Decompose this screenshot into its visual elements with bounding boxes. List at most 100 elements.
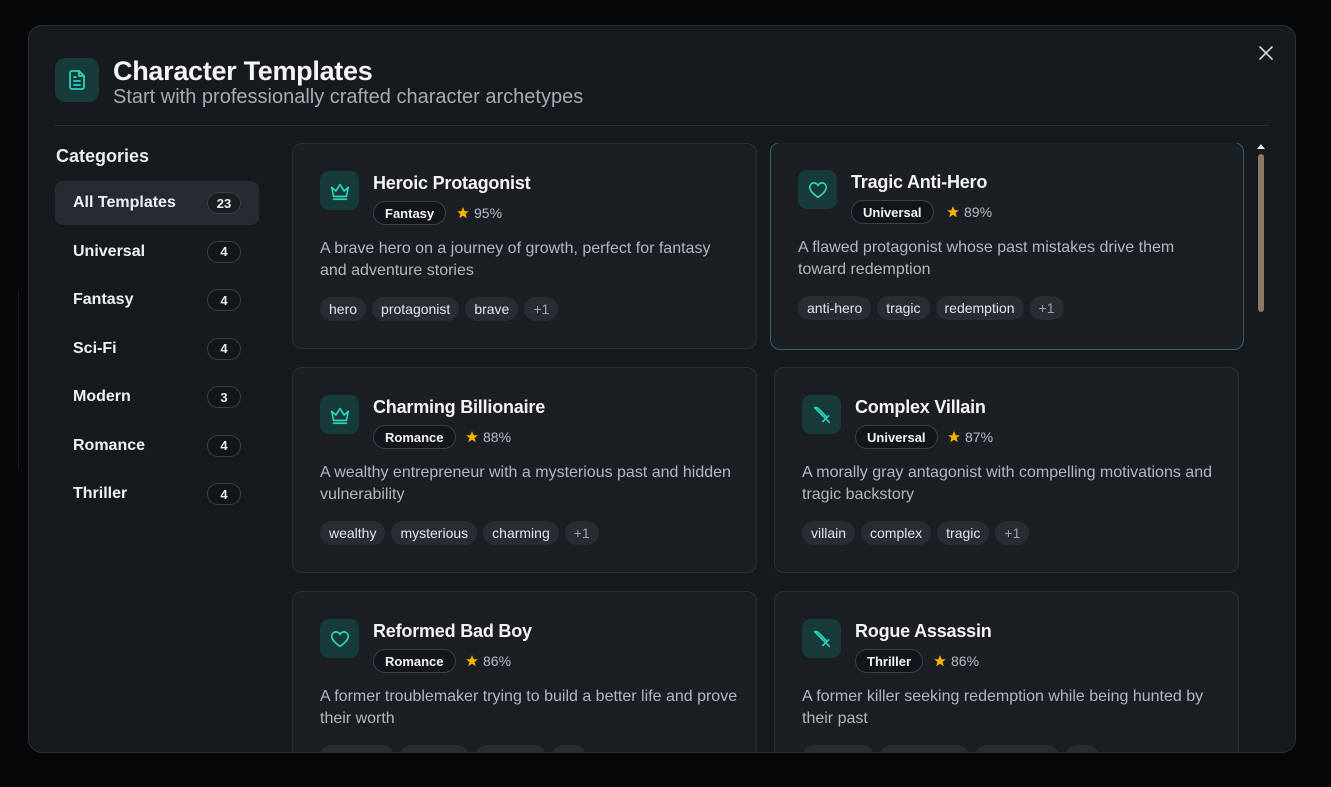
sword-icon	[802, 619, 841, 658]
backdrop-edge	[18, 290, 22, 470]
star-icon	[457, 207, 469, 219]
category-label: All Templates	[73, 194, 176, 211]
category-count: 4	[207, 434, 241, 457]
tag-list: assassin redemption dangerous +1	[802, 745, 1099, 752]
category-badge: Thriller	[855, 649, 924, 673]
template-title: Rogue Assassin	[855, 621, 992, 641]
tag: tragic	[937, 521, 990, 545]
category-badge: Romance	[373, 425, 456, 449]
template-description: A morally gray antagonist with compellin…	[802, 464, 1212, 503]
category-label: Universal	[73, 242, 146, 260]
template-card-complex-villain[interactable]: Complex Villain Universal 87% A morally …	[774, 367, 1239, 573]
category-badge: Universal	[855, 425, 938, 449]
star-icon	[934, 655, 946, 667]
category-count: 4	[207, 289, 241, 311]
tag: hero	[320, 297, 367, 321]
tag: brave	[465, 297, 519, 321]
rating: 95%	[456, 205, 502, 221]
rating: 89%	[946, 204, 992, 220]
template-title: Tragic Anti-Hero	[851, 172, 988, 192]
scroll-up-arrow-icon[interactable]	[1257, 144, 1265, 149]
category-fantasy[interactable]: Fantasy 4	[55, 278, 259, 322]
crown-icon	[320, 395, 359, 434]
category-badge: Universal	[851, 200, 934, 224]
tag-list: hero protagonist brave +1	[320, 297, 559, 321]
category-badge: Romance	[373, 649, 456, 673]
category-thriller[interactable]: Thriller 4	[55, 472, 259, 516]
template-card-tragic-anti-hero[interactable]: Tragic Anti-Hero Universal 89% A flawed …	[770, 143, 1244, 350]
category-romance[interactable]: Romance 4	[55, 424, 259, 468]
star-icon	[947, 206, 959, 218]
template-card-reformed-bad-boy[interactable]: Reformed Bad Boy Romance 86% A former tr…	[292, 591, 757, 752]
rating: 87%	[947, 429, 993, 445]
category-count: 4	[207, 337, 241, 360]
category-label: Modern	[73, 388, 131, 405]
more-tags-count: +1	[524, 297, 559, 321]
tag: complex	[861, 521, 932, 545]
tag: reformed	[320, 745, 395, 752]
scrollbar-thumb[interactable]	[1258, 154, 1264, 312]
template-title: Reformed Bad Boy	[373, 621, 532, 641]
category-modern[interactable]: Modern 3	[55, 375, 259, 419]
category-count: 3	[207, 386, 241, 408]
rating: 88%	[465, 429, 511, 445]
category-label: Romance	[73, 436, 146, 454]
categories-heading: Categories	[56, 146, 150, 166]
tag: anti-hero	[798, 296, 872, 320]
tag-list: villain complex tragic +1	[802, 521, 1030, 545]
tag: mysterious	[391, 521, 478, 545]
grid-scrollbar[interactable]	[1257, 144, 1265, 314]
template-description: A former killer seeking redemption while…	[802, 688, 1204, 727]
template-card-charming-billionaire[interactable]: Charming Billionaire Romance 88% A wealt…	[292, 367, 757, 573]
category-all-templates[interactable]: All Templates 23	[55, 181, 259, 225]
category-badge: Fantasy	[373, 201, 447, 225]
tag-list: wealthy mysterious charming +1	[320, 521, 599, 545]
tag-list: reformed troubled romantic +1	[320, 745, 587, 752]
category-count: 4	[207, 483, 241, 505]
more-tags-count: +1	[995, 521, 1030, 545]
tag: tragic	[877, 296, 930, 320]
tag: wealthy	[320, 521, 386, 545]
templates-grid: Heroic Protagonist Fantasy 95% A brave h…	[292, 143, 1244, 752]
categories-sidebar: Categories All Templates 23 Universal 4 …	[55, 146, 259, 521]
more-tags-count: +1	[1064, 745, 1099, 752]
tag: assassin	[802, 745, 875, 752]
template-description: A flawed protagonist whose past mistakes…	[798, 239, 1175, 278]
crown-icon	[320, 171, 359, 210]
category-label: Thriller	[73, 485, 128, 502]
modal-title: Character Templates	[113, 56, 373, 86]
templates-modal: Character Templates Start with professio…	[28, 25, 1296, 753]
rating-value: 89%	[964, 204, 993, 220]
category-label: Fantasy	[73, 291, 134, 308]
more-tags-count: +1	[1029, 296, 1064, 320]
star-icon	[948, 431, 960, 443]
template-description: A wealthy entrepreneur with a mysterious…	[320, 464, 731, 503]
template-description: A former troublemaker trying to build a …	[320, 688, 738, 727]
rating-value: 87%	[965, 429, 994, 445]
star-icon	[466, 431, 478, 443]
template-title: Complex Villain	[855, 397, 986, 417]
more-tags-count: +1	[552, 745, 587, 752]
modal-subtitle: Start with professionally crafted charac…	[113, 86, 584, 108]
rating: 86%	[465, 653, 511, 669]
tag: dangerous	[974, 745, 1059, 752]
category-sci-fi[interactable]: Sci-Fi 4	[55, 327, 259, 371]
heart-icon	[798, 170, 837, 209]
document-icon	[55, 58, 99, 102]
sword-icon	[802, 395, 841, 434]
tag: protagonist	[372, 297, 460, 321]
tag-list: anti-hero tragic redemption +1	[798, 296, 1064, 320]
rating-value: 86%	[483, 653, 512, 669]
template-title: Heroic Protagonist	[373, 173, 531, 193]
tag: redemption	[935, 296, 1024, 320]
tag: romantic	[474, 745, 547, 752]
category-label: Sci-Fi	[73, 339, 117, 357]
rating-value: 86%	[951, 653, 980, 669]
template-card-heroic-protagonist[interactable]: Heroic Protagonist Fantasy 95% A brave h…	[292, 143, 757, 349]
template-card-rogue-assassin[interactable]: Rogue Assassin Thriller 86% A former kil…	[774, 591, 1239, 752]
more-tags-count: +1	[564, 521, 599, 545]
rating-value: 95%	[474, 205, 503, 221]
category-universal[interactable]: Universal 4	[55, 230, 259, 274]
category-count: 4	[207, 240, 241, 263]
rating-value: 88%	[483, 429, 512, 445]
